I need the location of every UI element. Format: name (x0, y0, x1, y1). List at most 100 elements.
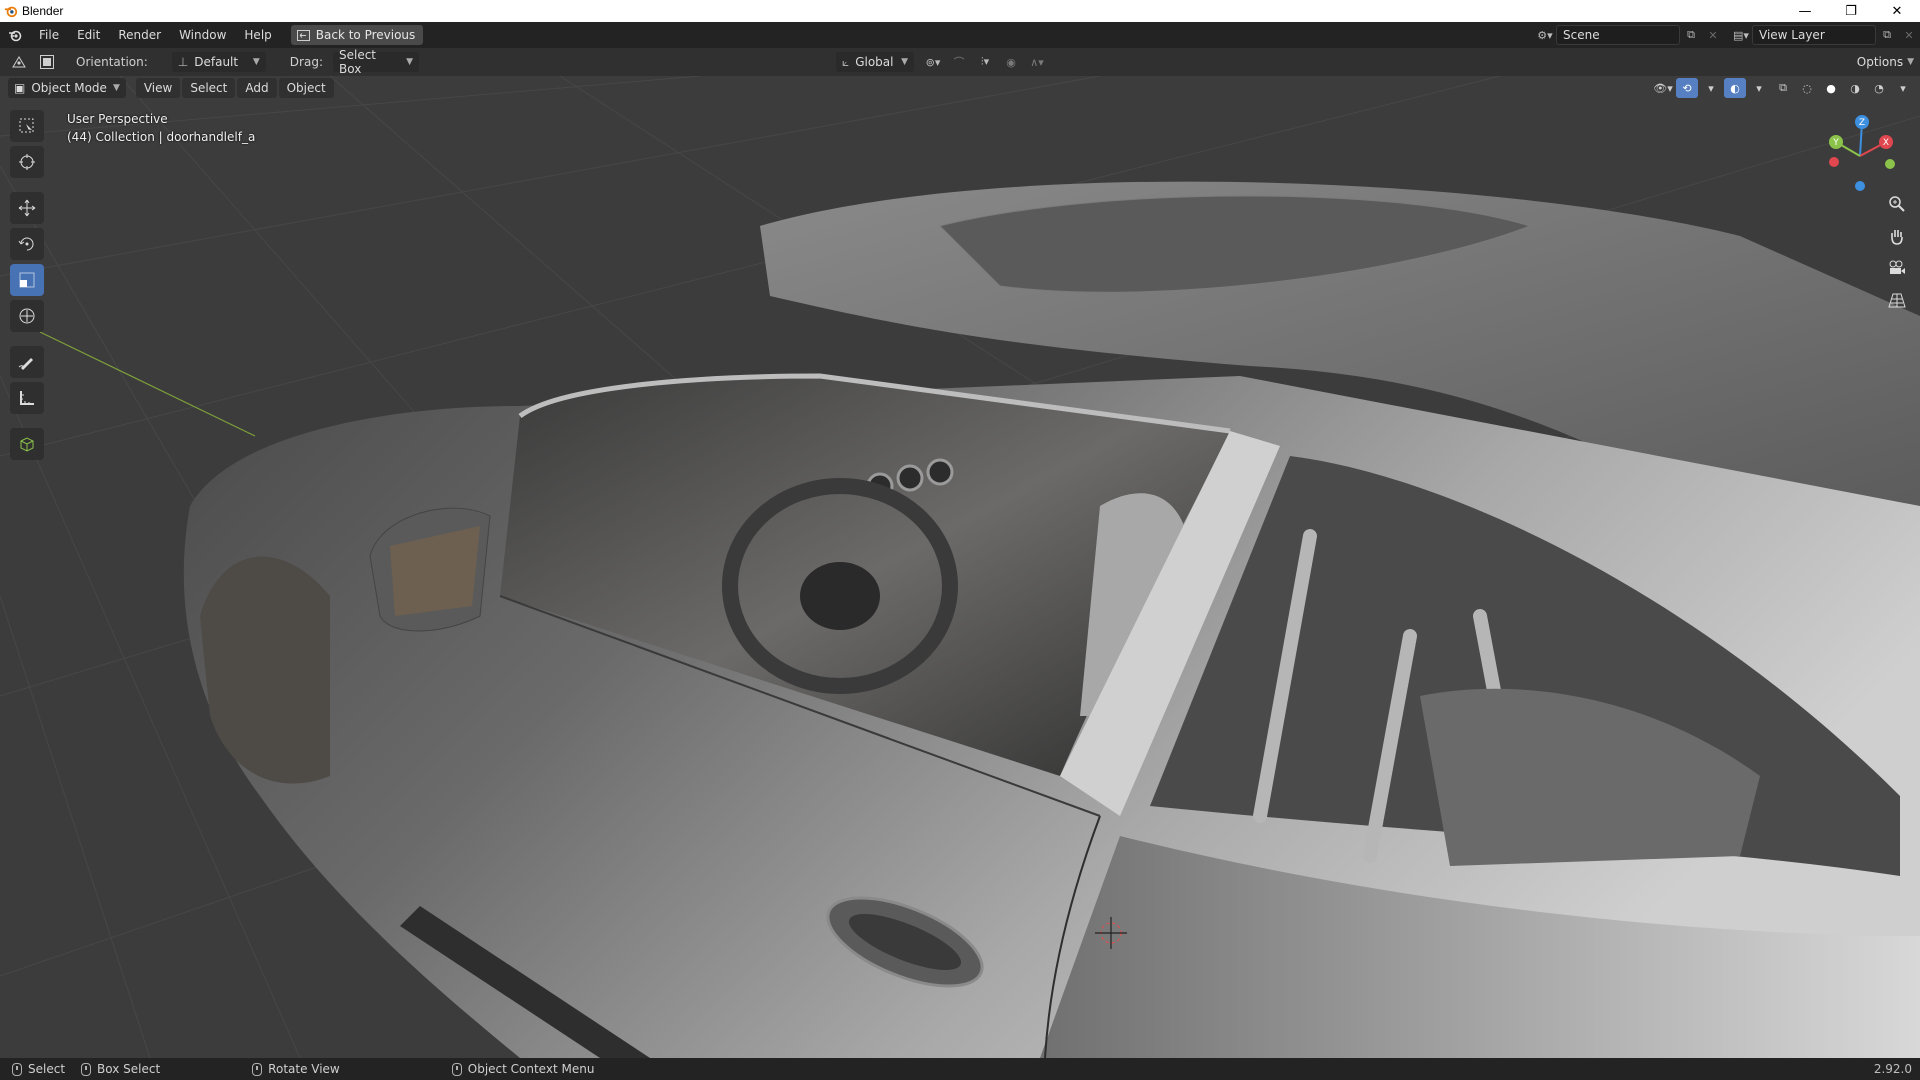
show-overlays-icon[interactable]: ◐ (1724, 78, 1746, 98)
cursor-icon (19, 154, 35, 170)
menu-window[interactable]: Window (170, 24, 235, 46)
status-box-select: Box Select (81, 1062, 160, 1076)
annotate-tool[interactable] (10, 346, 44, 378)
transform-orientation-dropdown[interactable]: ⟀ Global ▼ (836, 52, 914, 72)
select-box-tool[interactable] (10, 110, 44, 142)
menu-edit[interactable]: Edit (68, 24, 109, 46)
measure-tool[interactable] (10, 382, 44, 414)
status-context-menu: Object Context Menu (451, 1062, 594, 1076)
viewport-info: User Perspective (44) Collection | doorh… (67, 110, 255, 146)
scale-icon (19, 272, 35, 288)
neg-y-axis-icon[interactable] (1885, 159, 1895, 169)
orientation-label: Orientation: (76, 55, 148, 69)
maximize-button[interactable]: ❐ (1828, 0, 1874, 22)
3d-viewport[interactable] (0, 76, 1920, 1058)
transform-tool[interactable] (10, 300, 44, 332)
new-scene-icon[interactable]: ⧉ (1680, 25, 1702, 45)
global-axes-icon: ⟀ (842, 54, 850, 69)
viewport-shading-controls: 👁▾ ⟲ ▾ ◐ ▾ ⧉ ◌ ● ◑ ◔ ▾ (1652, 78, 1914, 98)
solid-shading-icon[interactable]: ● (1820, 78, 1842, 98)
active-tool-icon[interactable] (36, 52, 58, 72)
pan-hand-icon[interactable] (1884, 224, 1910, 248)
chevron-down-icon: ▼ (1907, 57, 1914, 67)
snap-target-icon[interactable]: ⫶▾ (974, 52, 996, 72)
options-dropdown[interactable]: Options ▼ (1857, 52, 1914, 72)
svg-text:Y: Y (1832, 138, 1839, 148)
wireframe-shading-icon[interactable]: ◌ (1796, 78, 1818, 98)
scene-field[interactable]: Scene (1556, 25, 1680, 45)
blender-menu-icon[interactable] (0, 22, 30, 48)
pivot-point-icon[interactable]: ⊚▾ (922, 52, 944, 72)
view-layer-field[interactable]: View Layer (1752, 25, 1876, 45)
close-button[interactable]: ✕ (1874, 0, 1920, 22)
material-preview-icon[interactable]: ◑ (1844, 78, 1866, 98)
chevron-down-icon: ▼ (112, 83, 120, 93)
chevron-down-icon: ▼ (406, 57, 413, 67)
falloff-icon[interactable]: ∧▾ (1026, 52, 1048, 72)
viewport-menu-object[interactable]: Object (278, 78, 334, 98)
scene-selector-icon[interactable]: ⚙▾ (1534, 25, 1556, 45)
visibility-icon[interactable]: 👁▾ (1652, 78, 1674, 98)
drag-label: Drag: (289, 55, 323, 69)
move-tool[interactable] (10, 192, 44, 224)
top-menu-bar: File Edit Render Window Help Back to Pre… (0, 22, 1920, 48)
snap-icon[interactable]: ⌒ (948, 52, 970, 72)
perspective-grid-icon[interactable] (1884, 288, 1910, 312)
mouse-right-icon (451, 1062, 462, 1076)
status-rotate-view: Rotate View (252, 1062, 340, 1076)
rendered-shading-icon[interactable]: ◔ (1868, 78, 1890, 98)
delete-scene-icon[interactable]: ✕ (1702, 25, 1724, 45)
shading-dropdown-icon[interactable]: ▾ (1892, 78, 1914, 98)
status-bar: Select Box Select Rotate View Object Con… (0, 1058, 1920, 1080)
back-to-previous-button[interactable]: Back to Previous (290, 25, 424, 45)
proportional-edit-icon[interactable]: ◉ (1000, 52, 1022, 72)
car-model-render (0, 76, 1920, 1058)
overlays-dropdown-icon[interactable]: ▾ (1748, 78, 1770, 98)
viewport-menu-add[interactable]: Add (237, 78, 277, 98)
ruler-icon (20, 391, 34, 405)
version-label: 2.92.0 (1873, 1062, 1912, 1076)
cursor-tool[interactable] (10, 146, 44, 178)
window-controls: — ❐ ✕ (1782, 0, 1920, 22)
object-mode-label: Object Mode (31, 81, 107, 95)
editor-type-icon[interactable] (8, 52, 30, 72)
navigation-gizmo[interactable]: Z X Y (1820, 112, 1900, 192)
gizmo-dropdown-icon[interactable]: ▾ (1700, 78, 1722, 98)
view-name: User Perspective (67, 112, 168, 126)
viewport-menu-view[interactable]: View (135, 78, 181, 98)
viewport-menu-select[interactable]: Select (182, 78, 236, 98)
menu-render[interactable]: Render (109, 24, 170, 46)
show-gizmo-icon[interactable]: ⟲ (1676, 78, 1698, 98)
object-mode-icon: ▣ (14, 81, 26, 95)
add-cube-tool[interactable] (10, 428, 44, 460)
camera-icon[interactable] (1884, 256, 1910, 280)
xray-toggle-icon[interactable]: ⧉ (1772, 78, 1794, 98)
options-label: Options (1856, 55, 1904, 69)
blender-logo-icon (4, 6, 18, 18)
new-view-layer-icon[interactable]: ⧉ (1876, 25, 1898, 45)
move-icon (18, 199, 36, 217)
viewport-header: ▣ Object Mode ▼ View Select Add Object 👁… (0, 76, 1920, 100)
neg-z-axis-icon[interactable] (1855, 181, 1865, 191)
pencil-icon (18, 358, 33, 370)
status-box-select-label: Box Select (97, 1062, 161, 1076)
drag-dropdown[interactable]: Select Box ▼ (332, 48, 419, 76)
menu-file[interactable]: File (30, 24, 68, 46)
scale-tool[interactable] (10, 264, 44, 296)
mouse-left-icon (12, 1062, 22, 1076)
neg-x-axis-icon[interactable] (1829, 157, 1839, 167)
zoom-icon[interactable] (1884, 192, 1910, 216)
rotate-tool[interactable] (10, 228, 44, 260)
chevron-down-icon: ▼ (901, 57, 908, 67)
status-select-label: Select (28, 1062, 66, 1076)
delete-view-layer-icon[interactable]: ✕ (1898, 25, 1920, 45)
menu-help[interactable]: Help (235, 24, 280, 46)
svg-text:X: X (1883, 138, 1889, 148)
minimize-button[interactable]: — (1782, 0, 1828, 22)
scene-name: Scene (1563, 28, 1600, 42)
object-mode-dropdown[interactable]: ▣ Object Mode ▼ (8, 78, 126, 98)
view-layer-selector-icon[interactable]: ▤▾ (1730, 25, 1752, 45)
select-box-icon (19, 118, 34, 133)
svg-text:Z: Z (1859, 118, 1865, 128)
orientation-dropdown[interactable]: ⊥ Default ▼ (171, 52, 266, 72)
